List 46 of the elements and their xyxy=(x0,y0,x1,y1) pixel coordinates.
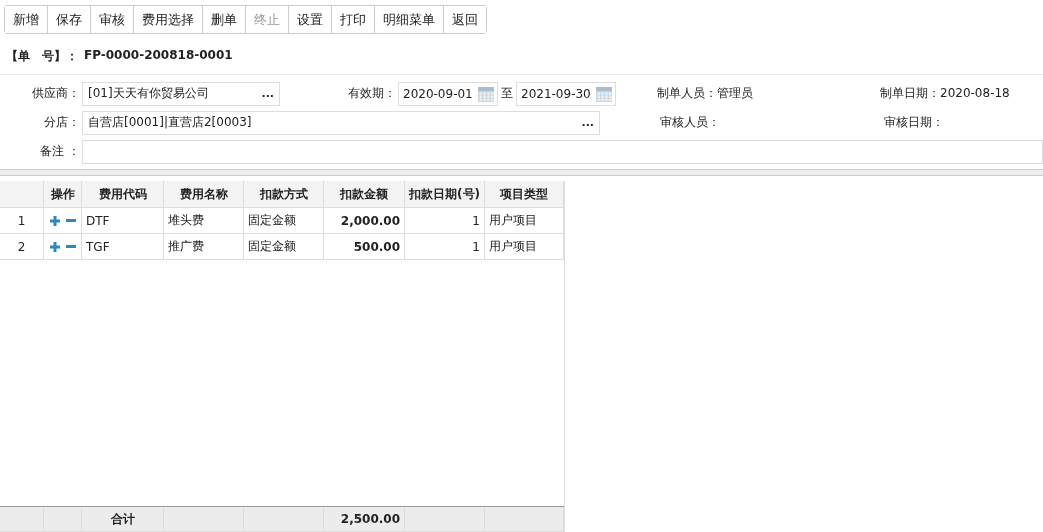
column-header: 操作 xyxy=(44,181,82,208)
total-amount: 2,500.00 xyxy=(324,507,405,532)
field-label: 有效期： xyxy=(347,85,396,102)
table-cell: 用户项目 xyxy=(485,208,564,234)
doc-number: FP-0000-200818-0001 xyxy=(84,48,233,64)
column-header: 扣款日期(号) xyxy=(405,181,485,208)
created-date-text: 制单日期：2020-08-18 xyxy=(880,85,1010,102)
reviewer-label: 审核人员： xyxy=(660,114,721,131)
review-date-label: 审核日期： xyxy=(884,114,944,131)
creator-text: 制单人员：管理员 xyxy=(657,85,754,102)
row-number: 1 xyxy=(0,208,44,234)
total-label: 合计 xyxy=(82,507,164,532)
table-cell: 1 xyxy=(405,208,485,234)
supplier-field[interactable]: [01]天天有你贸易公司 ... xyxy=(82,81,280,106)
table-cell: 固定金额 xyxy=(244,208,324,234)
date-field[interactable]: 2020-09-01 xyxy=(398,81,498,106)
table-cell: 1 xyxy=(405,234,485,260)
table-cell: 固定金额 xyxy=(244,234,324,260)
calendar-icon[interactable] xyxy=(477,84,495,103)
calendar-icon[interactable] xyxy=(595,84,613,103)
table-cell: TGF xyxy=(82,234,164,260)
field-label: 供应商： xyxy=(31,85,80,102)
remark-field[interactable] xyxy=(82,139,1043,164)
field-label: 备注 ： xyxy=(39,143,80,160)
date-field[interactable]: 2021-09-30 xyxy=(516,81,616,106)
remove-icon[interactable] xyxy=(65,219,76,222)
add-icon[interactable] xyxy=(49,241,60,252)
column-header: 扣款金额 xyxy=(324,181,405,208)
row-number: 2 xyxy=(0,234,44,260)
column-header: 项目类型 xyxy=(485,181,564,208)
column-header: 费用名称 xyxy=(164,181,244,208)
column-header: 费用代码 xyxy=(82,181,164,208)
range-separator: 至 xyxy=(501,85,513,102)
table-cell: 2,000.00 xyxy=(324,208,405,234)
store-field[interactable]: 自营店[0001]|直营店2[0003] ... xyxy=(82,110,600,135)
doc-number-label: 【单 号】： xyxy=(6,48,78,64)
table-cell: DTF xyxy=(82,208,164,234)
add-icon[interactable] xyxy=(49,215,60,226)
toolbar-button[interactable]: 新增 xyxy=(5,6,48,33)
table-cell: 推广费 xyxy=(164,234,244,260)
remove-icon[interactable] xyxy=(65,245,76,248)
field-label: 分店： xyxy=(43,114,80,131)
table-cell: 堆头费 xyxy=(164,208,244,234)
column-header: 扣款方式 xyxy=(244,181,324,208)
table-cell: 用户项目 xyxy=(485,234,564,260)
table-cell: 500.00 xyxy=(324,234,405,260)
